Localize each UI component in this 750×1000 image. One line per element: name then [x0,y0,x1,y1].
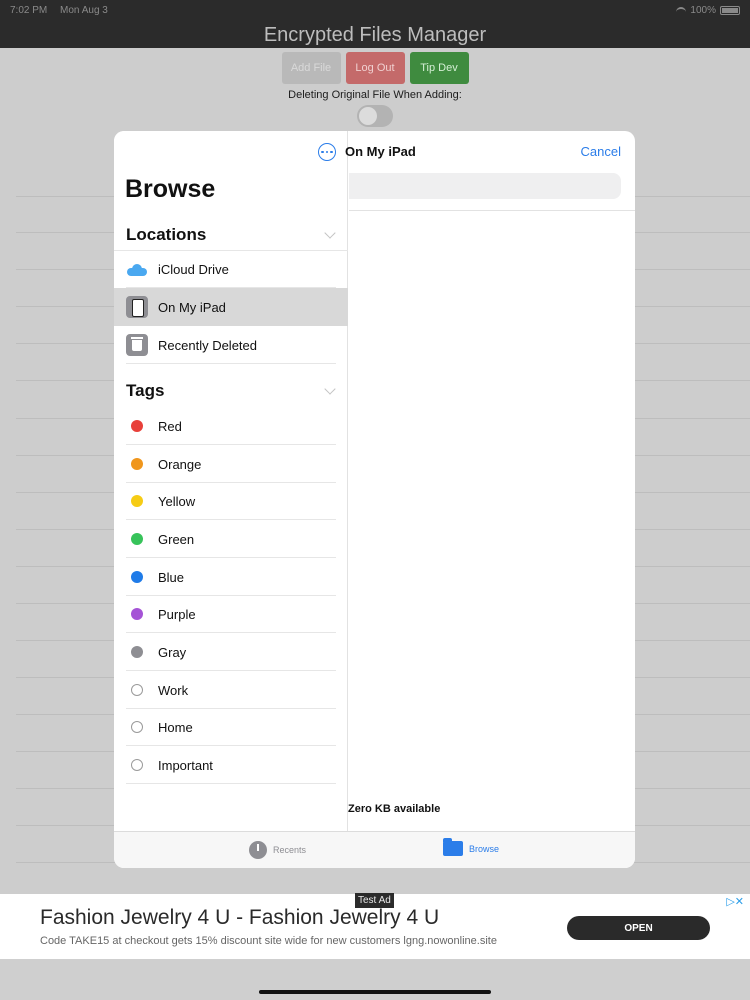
tag-color-dot [131,533,143,545]
tag-label: Work [158,682,189,698]
tag-purple[interactable]: Purple [114,595,348,633]
location-icloud-drive[interactable]: iCloud Drive [114,250,348,288]
tag-empty-circle [131,684,143,696]
battery-level: 100% [690,4,716,16]
tag-label: Purple [158,606,196,622]
tip-dev-button[interactable]: Tip Dev [409,52,469,84]
location-pane: On My iPad Cancel Zero KB available [345,131,635,831]
ad-banner[interactable]: Test Ad ▷✕ Fashion Jewelry 4 U - Fashion… [0,893,750,959]
tag-color-dot [131,571,143,583]
browse-sidebar: Browse Locations iCloud Drive On My iPad… [114,131,348,831]
tag-red[interactable]: Red [114,407,348,445]
chevron-down-icon[interactable] [324,227,336,239]
status-bar: 7:02 PM Mon Aug 3 100% [0,0,750,20]
clock-icon [249,841,267,859]
location-title: On My iPad [345,144,416,159]
tag-label: Green [158,531,195,547]
browse-title: Browse [125,175,216,203]
add-file-button[interactable]: Add File [281,52,341,84]
pane-divider [349,210,635,211]
tab-recents[interactable]: Recents [249,841,306,859]
status-date: Mon Aug 3 [60,4,108,16]
tag-yellow[interactable]: Yellow [114,482,348,520]
tag-green[interactable]: Green [114,520,348,558]
tag-orange[interactable]: Orange [114,445,348,483]
tag-color-dot [131,608,143,620]
document-picker: Browse Locations iCloud Drive On My iPad… [114,131,635,868]
battery-icon [720,5,740,15]
cancel-button[interactable]: Cancel [581,144,621,159]
location-label: Recently Deleted [158,337,257,353]
icloud-icon [127,263,147,276]
home-indicator[interactable] [259,990,491,994]
ad-title[interactable]: Fashion Jewelry 4 U - Fashion Jewelry 4 … [40,906,439,930]
tag-color-dot [131,646,143,658]
wifi-icon [676,6,687,14]
app-title: Encrypted Files Manager [0,20,750,48]
tab-browse[interactable]: Browse [443,838,500,856]
ad-choices-icon[interactable]: ▷✕ [726,895,744,908]
tag-label: Red [158,418,182,434]
tag-color-dot [131,495,143,507]
more-options-icon[interactable] [318,143,336,161]
tag-label: Yellow [158,493,196,509]
tag-label: Gray [158,644,187,660]
folder-icon [443,838,463,856]
storage-available: Zero KB available [348,803,441,815]
tag-label: Blue [158,569,185,585]
tag-gray[interactable]: Gray [114,633,348,671]
tag-empty-circle [131,759,143,771]
log-out-button[interactable]: Log Out [345,52,405,84]
search-field[interactable] [349,173,621,199]
location-on-my-ipad[interactable]: On My iPad [114,288,348,326]
location-recently-deleted[interactable]: Recently Deleted [114,326,348,364]
tag-blue[interactable]: Blue [114,558,348,596]
ad-open-button[interactable]: OPEN [567,916,710,940]
action-buttons: Add File Log Out Tip Dev [0,52,750,84]
tag-home[interactable]: Home [114,708,348,746]
tab-label: Recents [273,845,307,855]
tag-empty-circle [131,721,143,733]
tag-work[interactable]: Work [114,671,348,709]
tag-important[interactable]: Important [114,746,348,784]
location-label: iCloud Drive [158,262,229,277]
locations-header[interactable]: Locations [126,225,206,245]
tags-header[interactable]: Tags [126,381,164,401]
ipad-icon [126,296,148,318]
tag-color-dot [131,420,143,432]
trash-icon [126,334,148,356]
tag-color-dot [131,458,143,470]
chevron-down-icon[interactable] [324,383,336,395]
tab-bar: Recents Browse [114,831,635,868]
tag-label: Orange [158,456,202,472]
delete-original-label: Deleting Original File When Adding: [288,89,462,101]
status-time: 7:02 PM [10,4,48,16]
ad-subtitle: Code TAKE15 at checkout gets 15% discoun… [40,935,497,947]
tab-label: Browse [469,843,500,854]
tag-label: Home [158,719,193,735]
delete-original-toggle[interactable] [357,105,393,127]
tag-label: Important [158,757,213,773]
location-label: On My iPad [158,299,226,315]
